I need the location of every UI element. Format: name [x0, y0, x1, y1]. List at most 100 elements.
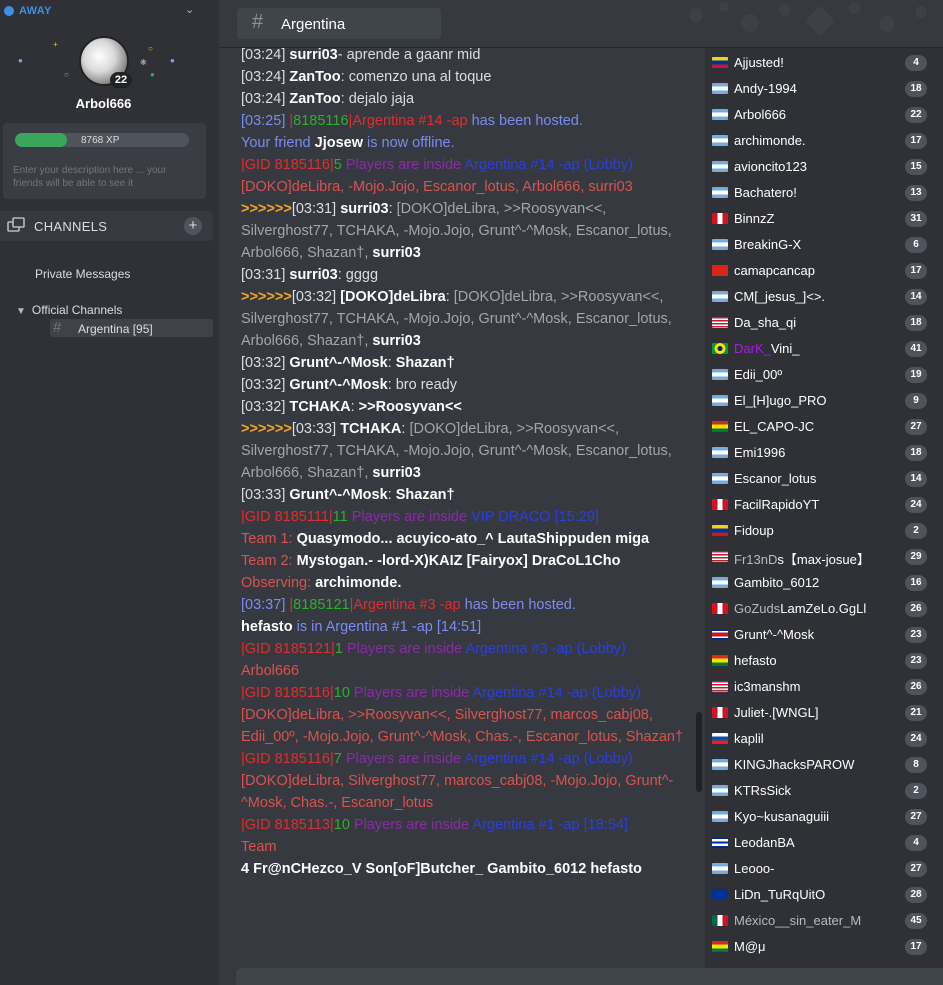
chat-username[interactable]: ZanToo — [289, 69, 340, 85]
user-level-badge: 2 — [905, 783, 927, 799]
user-name: Andy-1994 — [734, 81, 797, 96]
chat-username[interactable]: surri03 — [372, 465, 420, 481]
flag-icon — [712, 213, 728, 224]
description-field[interactable]: Enter your description here ... your fri… — [13, 164, 198, 190]
user-list-item[interactable]: KTRsSick 2 — [705, 778, 943, 804]
chat-username[interactable]: TCHAKA — [340, 421, 401, 437]
chat-scrollbar[interactable] — [696, 52, 704, 966]
user-list-item[interactable]: Gambito_6012 16 — [705, 570, 943, 596]
flag-icon — [712, 915, 728, 926]
user-list-item[interactable]: El_[H]ugo_PRO 9 — [705, 388, 943, 414]
user-name: Grunt^-^Mosk — [734, 627, 815, 642]
user-list-item[interactable]: LeodanBA 4 — [705, 830, 943, 856]
user-list-item[interactable]: Edii_00º 19 — [705, 362, 943, 388]
chat-text: has been hosted. — [460, 597, 576, 613]
user-list-item[interactable]: Fr13nDs【max-josue】 29 — [705, 544, 943, 570]
user-list-item[interactable]: Leooo- 27 — [705, 856, 943, 882]
chat-username[interactable]: TCHAKA — [289, 399, 350, 415]
chat-text: : dejalo jaja — [340, 91, 415, 107]
chat-text: Argentina #3 -ap — [353, 597, 461, 613]
user-list-item[interactable]: kaplil 24 — [705, 726, 943, 752]
chat-line: [03:25] |8185116|Argentina #14 -ap has b… — [241, 110, 687, 132]
user-list-item[interactable]: Ajjusted! 4 — [705, 50, 943, 76]
message-input[interactable] — [236, 968, 943, 985]
user-list-item[interactable]: Da_sha_qi 18 — [705, 310, 943, 336]
chat-username[interactable]: Mystogan.- -lord-X)KAIZ [Fairyox] DraCoL… — [297, 553, 621, 569]
user-level-badge: 9 — [905, 393, 927, 409]
user-list-item[interactable]: camapcancap 17 — [705, 258, 943, 284]
chat-username[interactable]: archimonde. — [315, 575, 401, 591]
chat-username[interactable]: >>Roosyvan<< — [359, 399, 462, 415]
chat-username[interactable]: Quasymodo... acuyico-ato_^ LautaShippude… — [297, 531, 650, 547]
user-list-item[interactable]: Arbol666 22 — [705, 102, 943, 128]
user-list-item[interactable]: EL_CAPO-JC 27 — [705, 414, 943, 440]
nav-official-channels[interactable]: ▼ Official Channels — [16, 303, 122, 317]
xp-progress-fill — [15, 133, 68, 147]
chat-username[interactable]: Grunt^-^Mosk — [289, 355, 387, 371]
flag-icon — [712, 525, 728, 536]
chat-username[interactable]: [DOKO]deLibra — [340, 289, 446, 305]
user-list-item[interactable]: FacilRapidoYT 24 — [705, 492, 943, 518]
channel-tab[interactable]: # Argentina — [237, 8, 441, 39]
chat-username[interactable]: Shazan† — [396, 355, 455, 371]
chat-text: : — [387, 487, 396, 503]
chat-username[interactable]: Grunt^-^Mosk — [289, 377, 387, 393]
user-list-item[interactable]: Grunt^-^Mosk 23 — [705, 622, 943, 648]
user-name: ic3manshm — [734, 679, 801, 694]
user-name: Escanor_lotus — [734, 471, 817, 486]
chat-username[interactable]: Shazan† — [396, 487, 455, 503]
profile-username: Arbol666 — [75, 96, 132, 111]
chat-username[interactable]: Jjosew — [315, 135, 363, 151]
status-selector[interactable]: AWAY ⌄ — [0, 0, 219, 22]
user-list-item[interactable]: Emi1996 18 — [705, 440, 943, 466]
nav-private-messages[interactable]: Private Messages — [35, 267, 130, 281]
flag-icon — [712, 291, 728, 302]
chat-username[interactable]: surri03 — [340, 201, 388, 217]
chat-log[interactable]: [03:24] surri03- aprende a gaanr mid [03:… — [219, 48, 705, 968]
flag-icon — [712, 603, 728, 614]
add-channel-button[interactable]: + — [184, 217, 202, 235]
chevron-down-icon[interactable]: ▼ — [16, 306, 26, 317]
chat-username[interactable]: Grunt^-^Mosk — [289, 487, 387, 503]
user-list-item[interactable]: ic3manshm 26 — [705, 674, 943, 700]
chat-text: [03:25] — [241, 113, 290, 129]
user-list-item[interactable]: Juliet-.[WNGL] 21 — [705, 700, 943, 726]
chat-username[interactable]: surri03 — [289, 48, 337, 63]
user-list-item[interactable]: Escanor_lotus 14 — [705, 466, 943, 492]
chat-username[interactable]: surri03 — [372, 245, 420, 261]
user-list-item[interactable]: CM[_jesus_]<>. 14 — [705, 284, 943, 310]
chat-username[interactable]: hefasto — [241, 619, 293, 635]
user-name: BinnzZ — [734, 211, 775, 226]
chat-text: Your friend — [241, 135, 315, 151]
decoration-icon: ○ — [64, 70, 69, 79]
user-list-item[interactable]: BreakinG-X 6 — [705, 232, 943, 258]
chat-username[interactable]: ZanToo — [289, 91, 340, 107]
chat-text: [DOKO]deLibra, -Mojo.Jojo, Escanor_lotus… — [241, 179, 633, 195]
channel-header: # Argentina — [219, 0, 943, 48]
user-list-item[interactable]: KINGJhacksPAROW 8 — [705, 752, 943, 778]
chat-username[interactable]: surri03 — [289, 267, 337, 283]
user-list-item[interactable]: México__sin_eater_M 45 — [705, 908, 943, 934]
user-list-item[interactable]: avioncito123 15 — [705, 154, 943, 180]
user-level-badge: 17 — [905, 133, 927, 149]
app-window: AWAY ⌄ ● + ○ ○ ● ● ❋ 22 Arbol666 8768 XP… — [0, 0, 943, 985]
chat-username[interactable]: 4 Fr@nCHezco_V Son[oF]Butcher_ Gambito_6… — [241, 861, 642, 877]
user-list-item[interactable]: BinnzZ 31 — [705, 206, 943, 232]
chat-username[interactable]: surri03 — [372, 333, 420, 349]
user-list-item[interactable]: M@μ 17 — [705, 934, 943, 960]
user-list-item[interactable]: Kyo~kusanaguiii 27 — [705, 804, 943, 830]
user-list-item[interactable]: Fidoup 2 — [705, 518, 943, 544]
chat-scrollbar-thumb[interactable] — [696, 712, 702, 792]
chat-text: Argentina #14 -ap (Lobby) — [464, 751, 633, 767]
user-list-item[interactable]: GoZudsLamZeLo.GgLl 26 — [705, 596, 943, 622]
user-list-item[interactable]: hefasto 23 — [705, 648, 943, 674]
chevron-down-icon[interactable]: ⌄ — [185, 3, 194, 16]
user-list-item[interactable]: DarK_Vini_ 41 — [705, 336, 943, 362]
user-list-item[interactable]: LiDn_TuRqUitO 28 — [705, 882, 943, 908]
user-list-item[interactable]: Andy-1994 18 — [705, 76, 943, 102]
user-level-badge: 26 — [905, 679, 927, 695]
user-list-item[interactable]: Bachatero! 13 — [705, 180, 943, 206]
user-list-item[interactable]: archimonde. 17 — [705, 128, 943, 154]
chat-text: : — [350, 399, 359, 415]
channel-item-argentina[interactable]: # Argentina [95] — [50, 319, 213, 337]
